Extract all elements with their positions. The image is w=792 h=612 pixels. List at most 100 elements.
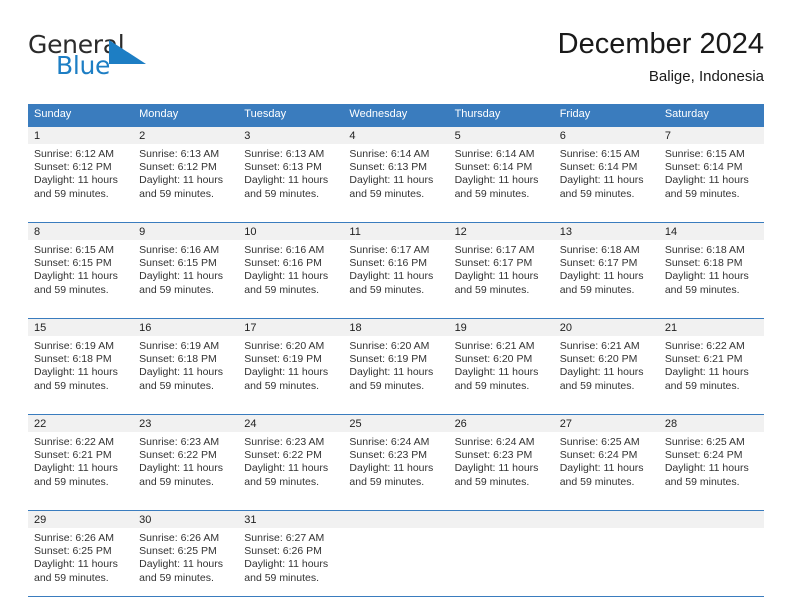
calendar-day-cell[interactable]: 25 Sunrise: 6:24 AM Sunset: 6:23 PM Dayligh… [343, 414, 449, 500]
sunset-text: Sunset: 6:21 PM [34, 449, 112, 462]
day-details: Sunrise: 6:19 AM Sunset: 6:18 PM Daylight:… [133, 336, 238, 393]
calendar-day-cell[interactable]: 31 Sunrise: 6:27 AM Sunset: 6:26 PM Dayligh… [238, 510, 344, 596]
sunrise-text: Sunrise: 6:21 AM [559, 340, 640, 352]
calendar-day-cell[interactable]: 26 Sunrise: 6:24 AM Sunset: 6:23 PM Dayligh… [448, 414, 554, 500]
calendar-day-cell[interactable]: 7 Sunrise: 6:15 AM Sunset: 6:14 PM Daylight… [658, 126, 764, 212]
calendar-day-cell[interactable]: 9 Sunrise: 6:16 AM Sunset: 6:15 PM Daylight… [133, 222, 239, 308]
sunset-text: Sunset: 6:22 PM [139, 449, 217, 462]
sunrise-text: Sunrise: 6:27 AM [244, 532, 325, 544]
calendar-day-cell[interactable]: 13 Sunrise: 6:18 AM Sunset: 6:17 PM Dayligh… [553, 222, 659, 308]
daylight-text-line1: Daylight: 11 hours [664, 462, 749, 475]
calendar-day-cell[interactable]: 22 Sunrise: 6:22 AM Sunset: 6:21 PM Dayligh… [28, 414, 134, 500]
day-number: 10 [238, 223, 344, 240]
calendar-week-row: 22 Sunrise: 6:22 AM Sunset: 6:21 PM Dayligh… [28, 414, 764, 500]
sunset-text: Sunset: 6:17 PM [559, 257, 638, 270]
calendar-day-cell[interactable]: 8 Sunrise: 6:15 AM Sunset: 6:15 PM Daylight… [28, 222, 134, 308]
daylight-text-line1: Daylight: 11 hours [664, 270, 749, 283]
day-details: Sunrise: 6:15 AM Sunset: 6:14 PM Daylight:… [659, 144, 764, 201]
calendar-day-cell[interactable]: 4 Sunrise: 6:14 AM Sunset: 6:13 PM Daylight… [343, 126, 449, 212]
calendar-table: Sunday Monday Tuesday Wednesday Thursday… [28, 104, 764, 597]
day-details: Sunrise: 6:27 AM Sunset: 6:26 PM Daylight:… [238, 528, 343, 585]
day-number: 19 [448, 319, 554, 336]
daylight-text-line2: and 59 minutes. [139, 475, 214, 488]
sunrise-text: Sunrise: 6:23 AM [244, 436, 325, 448]
calendar-day-cell[interactable]: 14 Sunrise: 6:18 AM Sunset: 6:18 PM Dayligh… [658, 222, 764, 308]
calendar-cell: 10 Sunrise: 6:16 AM Sunset: 6:16 PM Dayligh… [238, 222, 344, 308]
calendar-day-cell[interactable]: 30 Sunrise: 6:26 AM Sunset: 6:25 PM Dayligh… [133, 510, 239, 596]
daylight-text-line2: and 59 minutes. [34, 379, 109, 392]
sunset-text: Sunset: 6:19 PM [349, 353, 428, 366]
week-spacer [28, 404, 764, 414]
calendar-day-cell-empty [658, 510, 764, 596]
day-details: Sunrise: 6:24 AM Sunset: 6:23 PM Daylight:… [449, 432, 554, 489]
day-number: 3 [238, 127, 344, 144]
calendar-day-cell[interactable]: 3 Sunrise: 6:13 AM Sunset: 6:13 PM Daylight… [238, 126, 344, 212]
day-details: Sunrise: 6:14 AM Sunset: 6:14 PM Daylight:… [449, 144, 554, 201]
calendar-cell: 8 Sunrise: 6:15 AM Sunset: 6:15 PM Daylight… [28, 222, 134, 308]
calendar-day-cell[interactable]: 5 Sunrise: 6:14 AM Sunset: 6:14 PM Daylight… [448, 126, 554, 212]
day-details: Sunrise: 6:15 AM Sunset: 6:14 PM Daylight:… [554, 144, 659, 201]
calendar-cell: 30 Sunrise: 6:26 AM Sunset: 6:25 PM Dayligh… [133, 510, 239, 596]
daylight-text-line2: and 59 minutes. [349, 283, 425, 296]
sunrise-text: Sunrise: 6:18 AM [664, 244, 745, 256]
day-details: Sunrise: 6:14 AM Sunset: 6:13 PM Daylight:… [343, 144, 448, 201]
day-details: Sunrise: 6:18 AM Sunset: 6:18 PM Daylight:… [659, 240, 764, 297]
weekday-header-friday: Friday [553, 104, 659, 126]
week-spacer [28, 500, 764, 510]
calendar-cell: 27 Sunrise: 6:25 AM Sunset: 6:24 PM Dayligh… [553, 414, 659, 500]
daylight-text-line2: and 59 minutes. [34, 283, 109, 296]
sunset-text: Sunset: 6:17 PM [454, 257, 533, 270]
day-number: 1 [28, 127, 134, 144]
daylight-text-line2: and 59 minutes. [34, 187, 109, 200]
day-details: Sunrise: 6:17 AM Sunset: 6:16 PM Daylight:… [343, 240, 448, 297]
sunset-text: Sunset: 6:26 PM [244, 545, 322, 558]
daylight-text-line2: and 59 minutes. [559, 187, 635, 200]
daylight-text-line1: Daylight: 11 hours [664, 366, 749, 379]
calendar-day-cell[interactable]: 20 Sunrise: 6:21 AM Sunset: 6:20 PM Dayligh… [553, 318, 659, 404]
calendar-cell: 23 Sunrise: 6:23 AM Sunset: 6:22 PM Dayligh… [133, 414, 239, 500]
calendar-cell: 14 Sunrise: 6:18 AM Sunset: 6:18 PM Dayligh… [658, 222, 764, 308]
calendar-cell: 3 Sunrise: 6:13 AM Sunset: 6:13 PM Daylight… [238, 126, 344, 212]
weekday-header-tuesday: Tuesday [238, 104, 344, 126]
daylight-text-line1: Daylight: 11 hours [349, 174, 434, 187]
calendar-day-cell[interactable]: 10 Sunrise: 6:16 AM Sunset: 6:16 PM Dayligh… [238, 222, 344, 308]
calendar-day-cell[interactable]: 17 Sunrise: 6:20 AM Sunset: 6:19 PM Dayligh… [238, 318, 344, 404]
page-title: December 2024 [557, 28, 764, 60]
day-details: Sunrise: 6:23 AM Sunset: 6:22 PM Daylight:… [238, 432, 343, 489]
day-number: 24 [238, 415, 344, 432]
sunrise-text: Sunrise: 6:19 AM [34, 340, 114, 352]
calendar-day-cell[interactable]: 23 Sunrise: 6:23 AM Sunset: 6:22 PM Dayligh… [133, 414, 239, 500]
calendar-day-cell[interactable]: 2 Sunrise: 6:13 AM Sunset: 6:12 PM Daylight… [133, 126, 239, 212]
calendar-day-cell[interactable]: 21 Sunrise: 6:22 AM Sunset: 6:21 PM Dayligh… [658, 318, 764, 404]
daylight-text-line2: and 59 minutes. [559, 379, 635, 392]
sunrise-text: Sunrise: 6:13 AM [139, 148, 220, 160]
calendar-day-cell-empty [553, 510, 659, 596]
calendar-day-cell[interactable]: 16 Sunrise: 6:19 AM Sunset: 6:18 PM Dayligh… [133, 318, 239, 404]
weekday-header-saturday: Saturday [658, 104, 764, 126]
calendar-day-cell[interactable]: 6 Sunrise: 6:15 AM Sunset: 6:14 PM Daylight… [553, 126, 659, 212]
daylight-text-line1: Daylight: 11 hours [349, 462, 434, 475]
day-number: 21 [658, 319, 764, 336]
location-subtitle: Balige, Indonesia [648, 68, 764, 85]
calendar-cell [553, 510, 659, 596]
daylight-text-line2: and 59 minutes. [244, 379, 319, 392]
calendar-day-cell[interactable]: 11 Sunrise: 6:17 AM Sunset: 6:16 PM Dayligh… [343, 222, 449, 308]
week-spacer-row [28, 308, 764, 318]
calendar-day-cell[interactable]: 29 Sunrise: 6:26 AM Sunset: 6:25 PM Dayligh… [28, 510, 134, 596]
calendar-day-cell[interactable]: 18 Sunrise: 6:20 AM Sunset: 6:19 PM Dayligh… [343, 318, 449, 404]
calendar-day-cell[interactable]: 19 Sunrise: 6:21 AM Sunset: 6:20 PM Dayligh… [448, 318, 554, 404]
calendar-day-cell[interactable]: 27 Sunrise: 6:25 AM Sunset: 6:24 PM Dayligh… [553, 414, 659, 500]
calendar-cell: 24 Sunrise: 6:23 AM Sunset: 6:22 PM Dayligh… [238, 414, 344, 500]
calendar-cell: 9 Sunrise: 6:16 AM Sunset: 6:15 PM Daylight… [133, 222, 239, 308]
calendar-day-cell[interactable]: 15 Sunrise: 6:19 AM Sunset: 6:18 PM Dayligh… [28, 318, 134, 404]
calendar-day-cell[interactable]: 1 Sunrise: 6:12 AM Sunset: 6:12 PM Daylight… [28, 126, 134, 212]
sunrise-text: Sunrise: 6:26 AM [139, 532, 220, 544]
sunset-text: Sunset: 6:23 PM [454, 449, 533, 462]
calendar-day-cell[interactable]: 24 Sunrise: 6:23 AM Sunset: 6:22 PM Dayligh… [238, 414, 344, 500]
calendar-day-cell[interactable]: 12 Sunrise: 6:17 AM Sunset: 6:17 PM Dayligh… [448, 222, 554, 308]
brand-logo[interactable]: General Blue [28, 32, 228, 88]
calendar-day-cell[interactable]: 28 Sunrise: 6:25 AM Sunset: 6:24 PM Dayligh… [658, 414, 764, 500]
day-number: 11 [343, 223, 449, 240]
day-number: 18 [343, 319, 449, 336]
daylight-text-line1: Daylight: 11 hours [139, 270, 223, 283]
